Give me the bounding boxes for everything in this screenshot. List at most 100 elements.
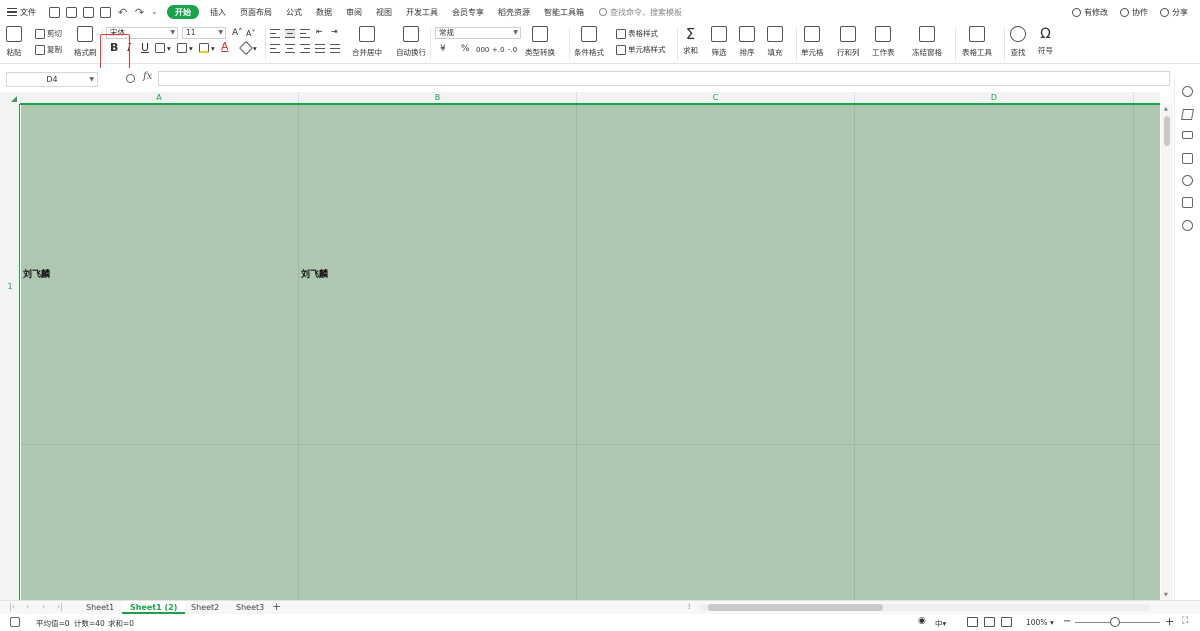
file-menu[interactable]: 文件 [0, 0, 43, 24]
align-top-icon[interactable] [270, 29, 280, 38]
zoom-lens-icon[interactable] [126, 74, 135, 83]
vertical-scrollbar[interactable]: ▲ ▼ [1161, 104, 1173, 600]
font-size-select[interactable]: 11 ▼ [182, 27, 226, 39]
merge-center-button[interactable]: 合并居中 [352, 24, 382, 58]
export-pdf-icon[interactable] [66, 6, 77, 18]
tab-page-layout[interactable]: 页面布局 [233, 0, 279, 24]
select-all-corner[interactable] [0, 92, 20, 104]
macro-record-icon[interactable] [10, 617, 20, 627]
next-sheet-icon[interactable]: › [42, 602, 45, 611]
undo-icon[interactable]: ↶ [117, 7, 128, 18]
clear-button[interactable]: ▾ [238, 40, 257, 56]
worksheet-button[interactable]: 工作表 [872, 24, 895, 58]
fill-color-button[interactable]: ▾ [199, 43, 215, 53]
zoom-dropdown-icon[interactable]: ▾ [1050, 618, 1054, 627]
table-tools-button[interactable]: 表格工具 [962, 24, 992, 58]
tab-formulas[interactable]: 公式 [279, 0, 309, 24]
sheet-tab[interactable]: Sheet1 [78, 601, 122, 614]
cursor-icon[interactable] [1181, 109, 1194, 120]
tab-home[interactable]: 开始 [167, 5, 199, 19]
increase-indent-icon[interactable]: ⇥ [331, 26, 338, 38]
freeze-panes-button[interactable]: 冻结窗格 [912, 24, 942, 58]
align-middle-icon[interactable] [285, 29, 295, 38]
format-painter-button[interactable]: 格式刷 [74, 24, 97, 58]
add-sheet-icon[interactable]: + [272, 600, 281, 613]
cell-a1[interactable]: 刘飞麟 [23, 267, 50, 280]
print-preview-icon[interactable] [100, 6, 111, 18]
cut-button[interactable]: 剪切 [35, 28, 62, 39]
align-left-icon[interactable] [270, 44, 280, 53]
normal-view-icon[interactable] [967, 617, 978, 627]
currency-button[interactable]: ¥ [440, 43, 446, 55]
tab-developer[interactable]: 开发工具 [399, 0, 445, 24]
type-convert-button[interactable]: 类型转换 [525, 24, 555, 58]
tab-smart-toolbox[interactable]: 智能工具箱 [537, 0, 591, 24]
first-sheet-icon[interactable]: |‹ [9, 602, 15, 611]
last-sheet-icon[interactable]: ›| [57, 602, 63, 611]
align-bottom-icon[interactable] [300, 29, 310, 38]
sheet-tab[interactable]: Sheet2 [183, 601, 227, 614]
sheet-tab[interactable]: Sheet3 [228, 601, 272, 614]
thousands-button[interactable]: 000 [476, 44, 489, 56]
autosum-button[interactable]: Σ 求和 [683, 24, 698, 56]
rocket-icon[interactable] [1182, 86, 1193, 97]
scroll-thumb[interactable] [1164, 116, 1170, 146]
changes-button[interactable]: 有修改 [1072, 7, 1108, 18]
zoom-level[interactable]: 100% [1026, 618, 1047, 627]
page-break-view-icon[interactable] [1001, 617, 1012, 627]
underline-button[interactable]: U [141, 42, 149, 54]
save-icon[interactable] [49, 6, 60, 18]
sort-button[interactable]: 排序 [739, 24, 755, 58]
crop-icon[interactable] [1182, 153, 1193, 164]
fill-button[interactable]: 填充 [767, 24, 783, 58]
tab-member[interactable]: 会员专享 [445, 0, 491, 24]
help-icon[interactable] [1182, 175, 1193, 186]
distributed-icon[interactable] [330, 44, 340, 53]
decrease-decimal-button[interactable]: -.0 [508, 44, 517, 56]
location-icon[interactable] [1182, 220, 1193, 231]
hscroll-thumb[interactable] [708, 604, 883, 611]
number-format-select[interactable]: 常规 ▼ [435, 27, 521, 39]
prev-sheet-icon[interactable]: ‹ [26, 602, 29, 611]
filter-button[interactable]: 筛选 [711, 24, 727, 58]
percent-button[interactable]: % [461, 43, 470, 55]
find-button[interactable]: 查找 [1010, 24, 1026, 58]
paste-button[interactable]: 粘贴 [6, 24, 22, 58]
row-header-1[interactable]: 1 [0, 282, 20, 291]
zoom-out-icon[interactable]: − [1063, 616, 1071, 627]
input-method-icon[interactable]: 中▾ [935, 618, 946, 629]
rows-cols-button[interactable]: 行和列 [837, 24, 860, 58]
tab-data[interactable]: 数据 [309, 0, 339, 24]
conditional-format-button[interactable]: 条件格式 [574, 24, 604, 58]
formula-input[interactable] [158, 71, 1170, 86]
zoom-slider-knob[interactable] [1110, 617, 1120, 627]
fx-icon[interactable]: fx [143, 71, 152, 82]
tab-docer-resources[interactable]: 稻壳资源 [491, 0, 537, 24]
tab-review[interactable]: 审阅 [339, 0, 369, 24]
copy-button[interactable]: 复制 [35, 44, 62, 55]
align-right-icon[interactable] [300, 44, 310, 53]
horizontal-scrollbar[interactable] [700, 604, 1150, 611]
fullscreen-icon[interactable]: ⛶ [1182, 616, 1188, 626]
cell-style-button[interactable]: ▾ [177, 43, 193, 53]
tab-view[interactable]: 视图 [369, 0, 399, 24]
cell-b1[interactable]: 刘飞麟 [301, 267, 328, 280]
page-layout-view-icon[interactable] [984, 617, 995, 627]
tab-insert[interactable]: 插入 [203, 0, 233, 24]
name-box[interactable]: D4 ▼ [6, 72, 98, 87]
table-style-button[interactable]: 表格样式 [616, 28, 658, 39]
backup-icon[interactable] [1182, 197, 1193, 208]
font-shrink-icon[interactable]: A˅ [246, 28, 255, 40]
customize-chevron-icon[interactable]: ⌄ [151, 7, 159, 18]
sheet-tab-active[interactable]: Sheet1 (2) [122, 601, 186, 614]
cell-button[interactable]: 单元格 [801, 24, 824, 58]
eye-protection-icon[interactable]: ◉ [918, 616, 926, 626]
border-button[interactable]: ▾ [155, 43, 171, 53]
symbol-button[interactable]: Ω 符号 [1038, 24, 1053, 56]
scroll-up-icon[interactable]: ▲ [1164, 106, 1168, 112]
increase-decimal-button[interactable]: +.0 [492, 44, 505, 56]
justify-icon[interactable] [315, 44, 325, 53]
settings-sliders-icon[interactable] [1182, 131, 1193, 139]
zoom-in-icon[interactable]: + [1165, 615, 1174, 628]
cell-area[interactable]: 刘飞麟 刘飞麟 [21, 105, 1160, 600]
